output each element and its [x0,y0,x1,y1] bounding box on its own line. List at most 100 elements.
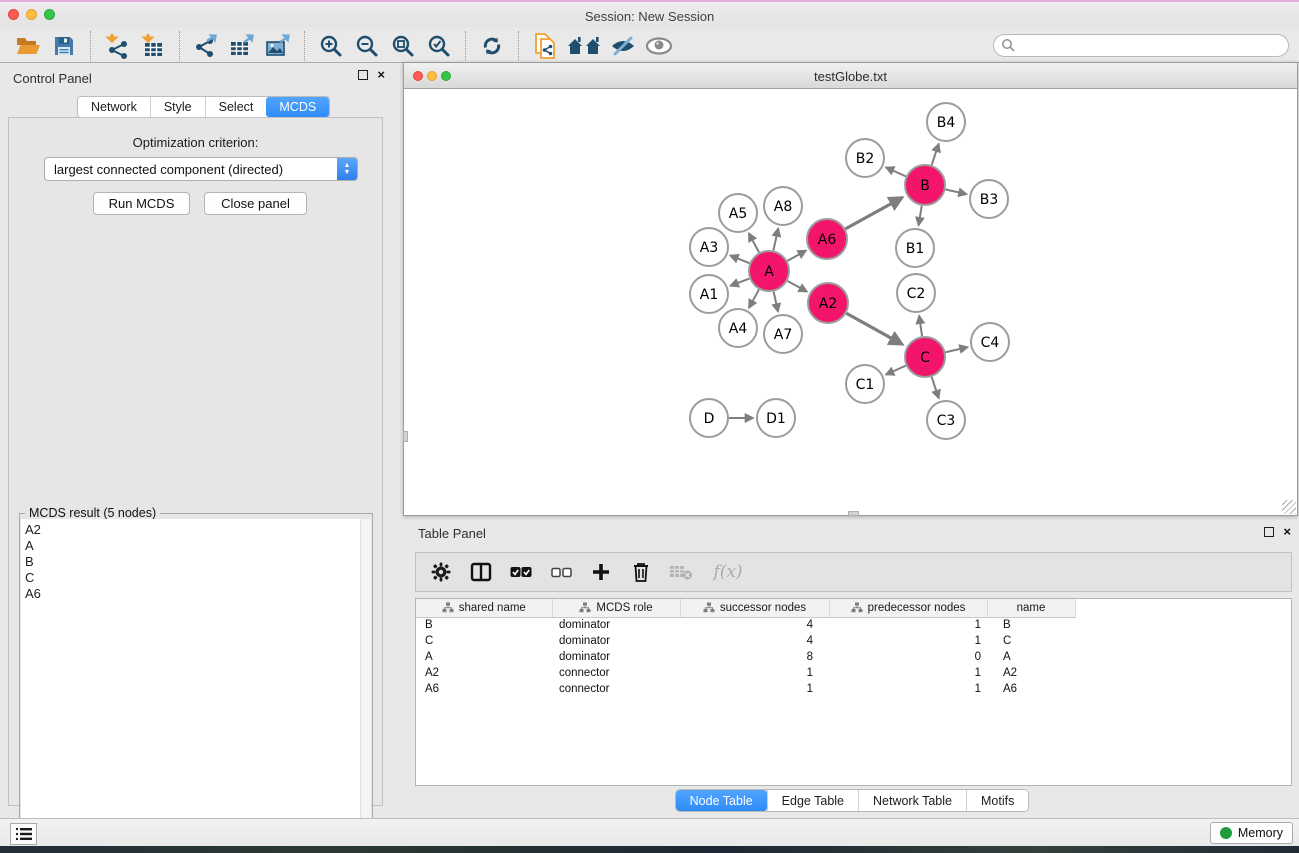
column-settings-gear-icon[interactable] [428,559,454,585]
table-cell[interactable]: 0 [829,649,987,665]
graph-node-B2[interactable]: B2 [846,139,884,177]
graph-node-C[interactable]: C [905,337,945,377]
graph-node-A4[interactable]: A4 [719,309,757,347]
tab-motifs[interactable]: Motifs [966,790,1028,811]
save-session-icon[interactable] [49,32,79,60]
hide-selected-icon[interactable] [608,32,638,60]
graph-node-A1[interactable]: A1 [690,275,728,313]
delete-table-icon[interactable] [668,559,694,585]
graph-node-D1[interactable]: D1 [757,399,795,437]
graph-node-B3[interactable]: B3 [970,180,1008,218]
export-table-icon[interactable] [227,32,257,60]
mcds-result-item[interactable]: A6 [25,586,360,602]
search-field[interactable] [993,34,1289,57]
graph-node-A3[interactable]: A3 [690,228,728,266]
column-header-name[interactable]: name [987,599,1075,617]
table-cell[interactable]: A6 [416,681,552,697]
tab-node-table[interactable]: Node Table [676,790,767,811]
graph-node-A7[interactable]: A7 [764,315,802,353]
table-cell[interactable]: connector [552,681,680,697]
delete-column-trash-icon[interactable] [628,559,654,585]
table-cell[interactable]: B [987,617,1075,633]
tab-select[interactable]: Select [205,97,267,117]
export-image-icon[interactable] [263,32,293,60]
add-column-icon[interactable] [588,559,614,585]
graph-edge-C-C1[interactable] [886,366,906,375]
import-table-icon[interactable] [138,32,168,60]
graph-edge-C-C4[interactable] [945,347,967,352]
graph-node-B1[interactable]: B1 [896,229,934,267]
mcds-result-list[interactable]: A2ABCA6 [21,519,360,851]
deselect-all-checkboxes-icon[interactable] [548,559,574,585]
column-header-predecessor-nodes[interactable]: predecessor nodes [829,599,987,617]
table-cell[interactable]: connector [552,665,680,681]
graph-node-C4[interactable]: C4 [971,323,1009,361]
mcds-result-item[interactable]: C [25,570,360,586]
graph-node-A8[interactable]: A8 [764,187,802,225]
network-canvas[interactable]: B4B2BB3A8A5A6A3B1AC2A1A2A4A7C4CC1DD1C3 [404,89,1297,515]
table-cell[interactable]: C [987,633,1075,649]
graph-edge-A-A8[interactable] [773,228,778,250]
table-cell[interactable]: 1 [829,681,987,697]
export-network-icon[interactable] [191,32,221,60]
function-builder-icon[interactable]: f(x) [708,559,748,585]
graph-edge-C-C3[interactable] [932,377,939,398]
tab-network-table[interactable]: Network Table [858,790,966,811]
table-row[interactable]: Cdominator41C [416,633,1291,649]
table-cell[interactable]: A [987,649,1075,665]
mcds-result-item[interactable]: A2 [25,522,360,538]
graph-node-A5[interactable]: A5 [719,194,757,232]
table-cell[interactable]: A2 [987,665,1075,681]
table-cell[interactable]: 8 [680,649,829,665]
table-cell[interactable]: 1 [680,665,829,681]
graph-edge-A-A7[interactable] [774,291,778,311]
show-all-icon[interactable] [644,32,674,60]
column-header-successor-nodes[interactable]: successor nodes [680,599,829,617]
tab-edge-table[interactable]: Edge Table [767,790,858,811]
search-input[interactable] [1016,36,1288,55]
graph-node-B[interactable]: B [905,165,945,205]
left-gripper[interactable] [403,431,408,442]
table-cell[interactable]: dominator [552,649,680,665]
refresh-layout-icon[interactable] [477,32,507,60]
mcds-result-item[interactable]: A [25,538,360,554]
table-cell[interactable]: 1 [829,617,987,633]
table-cell[interactable]: 4 [680,617,829,633]
graph-node-A[interactable]: A [749,251,789,291]
graph-edge-A-A1[interactable] [730,279,749,286]
close-panel-button[interactable]: Close panel [204,192,307,215]
clone-network-icon[interactable] [530,32,560,60]
float-table-panel-icon[interactable] [1264,527,1274,537]
graph-edge-A-A2[interactable] [787,281,806,292]
graph-edge-A2-C[interactable] [846,313,902,344]
graph-edge-C-C2[interactable] [919,316,922,336]
table-row[interactable]: A6connector11A6 [416,681,1291,697]
table-cell[interactable]: B [416,617,552,633]
graph-node-A6[interactable]: A6 [807,219,847,259]
table-row[interactable]: A2connector11A2 [416,665,1291,681]
close-table-panel-icon[interactable]: × [1283,527,1291,537]
resize-grip-icon[interactable] [1282,500,1296,514]
zoom-fit-icon[interactable] [388,32,418,60]
column-header-mcds-role[interactable]: MCDS role [552,599,680,617]
graph-edge-A-A4[interactable] [749,289,759,307]
table-cell[interactable]: A2 [416,665,552,681]
run-mcds-button[interactable]: Run MCDS [93,192,190,215]
graph-edge-B-B3[interactable] [946,189,967,194]
open-session-icon[interactable] [13,32,43,60]
table-cell[interactable]: 1 [829,665,987,681]
graph-edge-A-A6[interactable] [787,251,806,261]
table-row[interactable]: Bdominator41B [416,617,1291,633]
tab-network[interactable]: Network [78,97,150,117]
table-cell[interactable]: 1 [680,681,829,697]
table-cell[interactable]: A6 [987,681,1075,697]
split-view-icon[interactable] [468,559,494,585]
result-scrollbar[interactable] [360,519,371,851]
mcds-result-item[interactable]: B [25,554,360,570]
table-row[interactable]: Adominator80A [416,649,1291,665]
graph-node-D[interactable]: D [690,399,728,437]
criterion-dropdown[interactable]: largest connected component (directed) ▲… [44,157,358,181]
table-cell[interactable]: A [416,649,552,665]
first-neighbors-icon[interactable] [566,32,602,60]
graph-node-A2[interactable]: A2 [808,283,848,323]
